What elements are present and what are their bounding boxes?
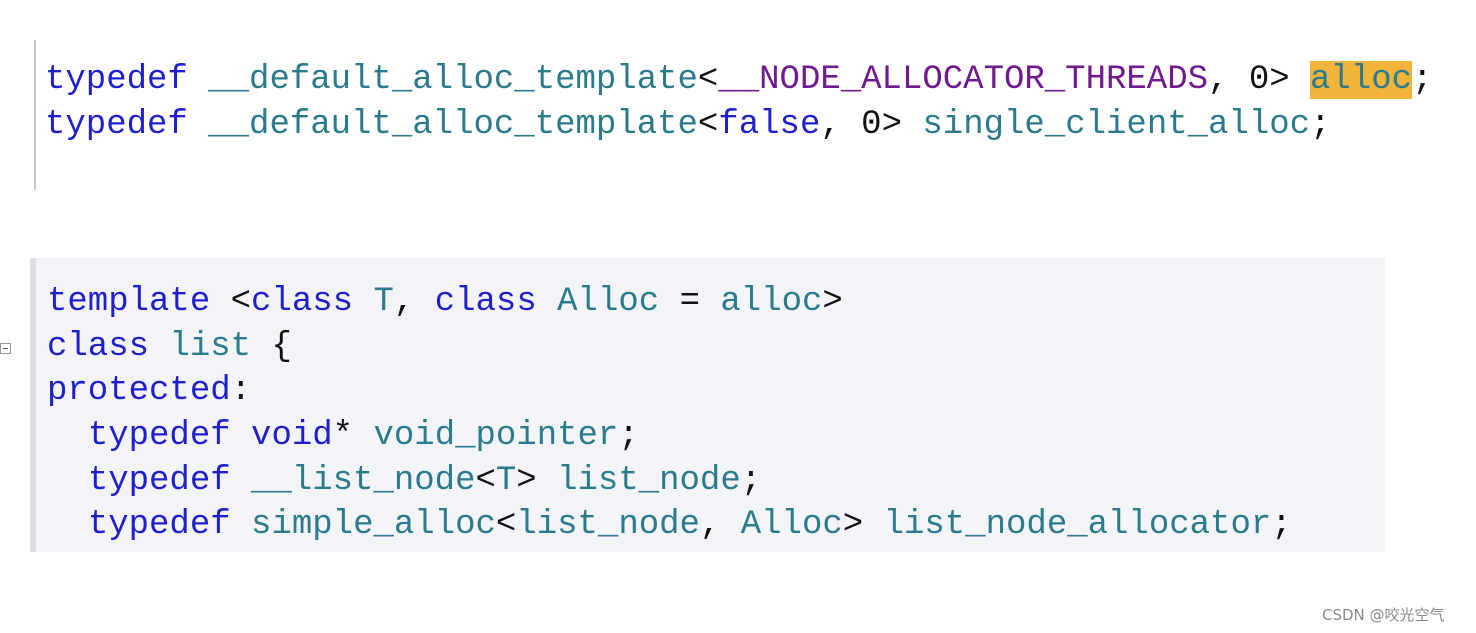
highlighted-token: alloc — [1310, 61, 1413, 99]
code-token: typedef — [45, 61, 188, 99]
code-token: = — [659, 283, 721, 321]
code-token: , 0> — [820, 106, 923, 144]
code-token: list — [169, 328, 252, 366]
code-token: void — [251, 417, 333, 455]
code-token: < — [697, 61, 719, 99]
code-token: > — [842, 506, 884, 544]
code-token: ; — [1412, 61, 1433, 99]
code-token: class — [251, 283, 354, 321]
code-token: { — [251, 328, 292, 366]
code-token: Alloc — [557, 283, 660, 321]
code-token: < — [495, 506, 517, 544]
code-token: protected — [47, 372, 231, 410]
code-token: list_node_allocator — [883, 506, 1272, 544]
code-token: false — [718, 106, 821, 144]
collapse-minus-icon[interactable] — [0, 343, 11, 354]
code-token: typedef — [45, 106, 188, 144]
code-token: , 0> — [1208, 61, 1311, 99]
code-token: ; — [618, 417, 639, 455]
code-token: , — [393, 283, 435, 321]
code-token: alloc — [720, 283, 823, 321]
code-line: typedef simple_alloc<list_node, Alloc> l… — [47, 503, 1292, 547]
code-token: ; — [1271, 506, 1292, 544]
code-token: ; — [740, 462, 762, 500]
code-line: typedef __default_alloc_template<false, … — [45, 103, 1330, 147]
code-token: , — [699, 506, 741, 544]
code-line: protected: — [47, 369, 251, 413]
code-token: simple_alloc — [251, 506, 496, 544]
code-token: class — [434, 283, 537, 321]
code-token: typedef — [87, 506, 231, 544]
code-token: : — [230, 372, 252, 410]
code-token: __default_alloc_template — [208, 106, 698, 144]
code-token: template — [47, 283, 211, 321]
code-line: typedef __list_node<T> list_node; — [47, 459, 761, 503]
code-token: __list_node — [251, 462, 476, 500]
code-token: ; — [1310, 106, 1331, 144]
code-token: > — [516, 462, 558, 500]
code-token: T — [495, 462, 517, 500]
code-line: class list { — [47, 325, 292, 369]
code-token: > — [822, 283, 843, 321]
code-token: * — [332, 417, 374, 455]
code-token: Alloc — [740, 506, 843, 544]
code-token: void_pointer — [373, 417, 619, 455]
code-token: __default_alloc_template — [208, 61, 698, 99]
code-token: single_client_alloc — [922, 106, 1311, 144]
code-token: __NODE_ALLOCATOR_THREADS — [718, 61, 1209, 99]
watermark: CSDN @咬光空气 — [1322, 606, 1445, 624]
code-token: typedef — [87, 417, 231, 455]
code-line: typedef __default_alloc_template<__NODE_… — [45, 58, 1432, 102]
code-token: list_node — [516, 506, 700, 544]
code-line: typedef void* void_pointer; — [47, 414, 639, 458]
code-token: class — [47, 328, 150, 366]
code-token: < — [475, 462, 496, 500]
code-token: < — [210, 283, 252, 321]
code-token: T — [373, 283, 394, 321]
code-token: list_node — [557, 462, 741, 500]
code-token: < — [697, 106, 719, 144]
code-token: typedef — [87, 462, 231, 500]
code-line: template <class T, class Alloc = alloc> — [47, 280, 843, 324]
